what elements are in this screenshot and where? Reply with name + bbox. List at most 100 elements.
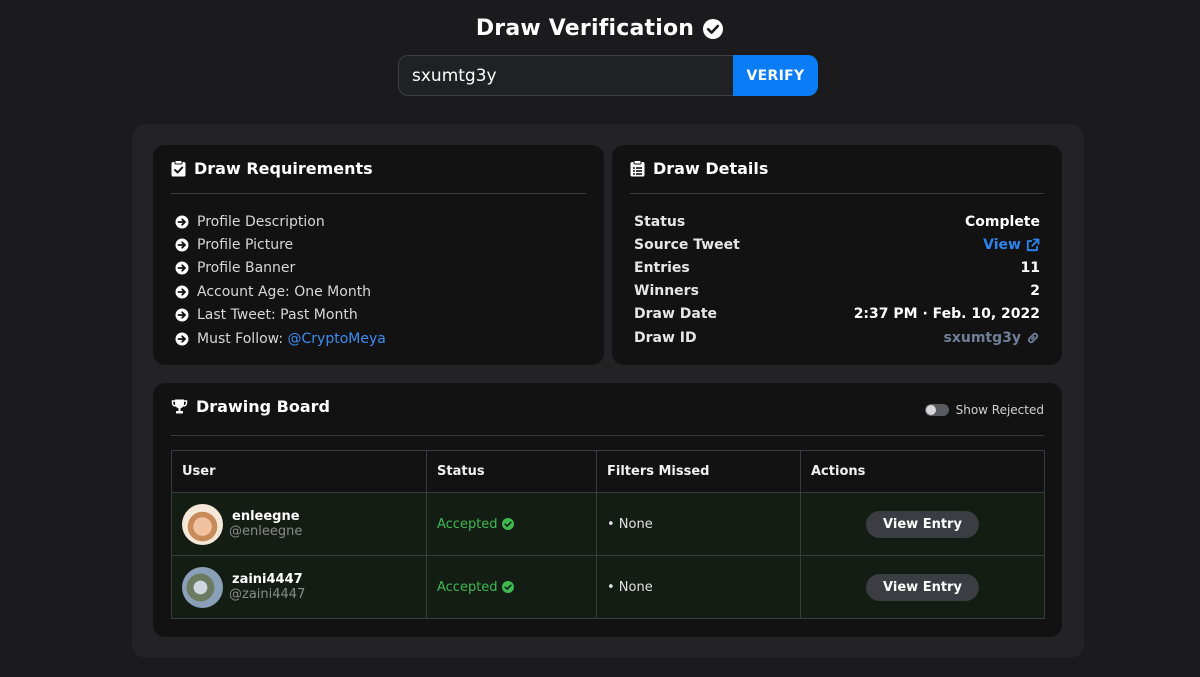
clipboard-list-icon (630, 160, 645, 177)
detail-value: 11 (1020, 259, 1040, 276)
draw-id-link[interactable]: sxumtg3y (944, 330, 1041, 346)
detail-value: 2 (1030, 283, 1040, 300)
detail-label: Winners (634, 283, 699, 300)
board-title: Drawing Board (196, 397, 330, 416)
page-title: Draw Verification (475, 16, 695, 41)
user-handle: @enleegne (229, 524, 303, 539)
detail-label: Entries (634, 259, 690, 276)
toggle-knob (925, 405, 936, 415)
requirement-text: Must Follow: @CryptoMeya (197, 331, 386, 347)
list-item: Profile Banner (175, 257, 386, 280)
user-text: enleegne @enleegne (229, 509, 302, 539)
column-header-status: Status (426, 450, 597, 493)
draw-id-text: sxumtg3y (943, 329, 1022, 346)
link-icon (1027, 332, 1039, 343)
list-item: Must Follow: @CryptoMeya (175, 327, 386, 350)
detail-label: Status (634, 213, 686, 230)
detail-row-draw-id: Draw ID sxumtg3y (634, 326, 1040, 349)
follow-account-link[interactable]: @CryptoMeya (288, 331, 386, 347)
page-header: Draw Verification (0, 16, 1200, 41)
detail-label: Draw ID (634, 329, 697, 346)
arrow-circle-right-icon (175, 332, 189, 346)
user-text: zaini4447 @zaini4447 (229, 572, 305, 602)
table-header-row: User Status Filters Missed Actions (171, 450, 1045, 493)
arrow-circle-right-icon (175, 285, 189, 299)
user-cell: zaini4447 @zaini4447 (171, 555, 427, 619)
status-cell: Accepted (426, 492, 597, 556)
filters-cell: • None (596, 555, 801, 619)
detail-row-source-tweet: Source Tweet View (634, 233, 1040, 256)
requirements-title: Draw Requirements (194, 159, 373, 178)
list-item: Profile Picture (175, 233, 386, 256)
detail-label: Draw Date (634, 306, 718, 323)
board-divider (171, 435, 1044, 436)
show-rejected-toggle[interactable]: Show Rejected (924, 403, 1044, 417)
table-row: zaini4447 @zaini4447 Accepted • None Vie… (171, 555, 1045, 619)
user-name: zaini4447 (232, 572, 303, 587)
verified-check-icon (703, 18, 724, 39)
action-cell: View Entry (800, 555, 1045, 619)
status-cell: Accepted (426, 555, 597, 619)
view-entry-button[interactable]: View Entry (866, 573, 979, 601)
check-circle-icon (501, 518, 514, 530)
column-header-filters: Filters Missed (596, 450, 801, 493)
detail-row-draw-date: Draw Date 2:37 PM · Feb. 10, 2022 (634, 303, 1040, 326)
view-entry-button[interactable]: View Entry (866, 510, 979, 538)
arrow-circle-right-icon (175, 238, 189, 252)
check-circle-icon (501, 581, 514, 593)
clipboard-check-icon (171, 160, 186, 177)
requirement-text: Profile Picture (197, 237, 294, 254)
avatar (182, 503, 223, 545)
status-badge: Accepted (437, 517, 596, 532)
requirement-text: Profile Description (197, 213, 325, 230)
list-item: Account Age: One Month (175, 280, 386, 303)
details-header: Draw Details (630, 159, 1044, 178)
arrow-circle-right-icon (175, 308, 189, 322)
filters-cell: • None (596, 492, 801, 556)
external-link-icon (1026, 238, 1040, 251)
avatar (182, 566, 223, 608)
arrow-circle-right-icon (175, 215, 189, 229)
details-title: Draw Details (653, 159, 769, 178)
requirements-divider (171, 193, 586, 194)
arrow-circle-right-icon (175, 261, 189, 275)
toggle-switch[interactable] (924, 404, 949, 416)
draw-requirements-card: Draw Requirements Profile Description Pr… (153, 145, 604, 365)
requirement-text: Profile Banner (197, 260, 296, 277)
status-text: Accepted (437, 579, 498, 595)
detail-row-status: Status Complete (634, 210, 1040, 233)
must-follow-label: Must Follow: (197, 330, 288, 347)
user-info: zaini4447 @zaini4447 (182, 566, 426, 608)
status-text: Accepted (437, 516, 498, 532)
draw-search-form: VERIFY (398, 55, 818, 96)
detail-value: 2:37 PM · Feb. 10, 2022 (853, 306, 1040, 323)
requirement-text: Account Age: One Month (197, 283, 372, 300)
column-header-actions: Actions (800, 450, 1045, 493)
details-divider (630, 193, 1044, 194)
board-header: Drawing Board (171, 397, 1044, 416)
detail-row-winners: Winners 2 (634, 280, 1040, 303)
source-tweet-link[interactable]: View (983, 237, 1040, 253)
details-list: Status Complete Source Tweet View Entrie… (634, 210, 1040, 349)
draw-id-input[interactable] (398, 55, 733, 96)
user-name: enleegne (232, 509, 300, 524)
toggle-label: Show Rejected (955, 403, 1044, 417)
drawing-board-card: Drawing Board Show Rejected User Status … (153, 383, 1062, 637)
action-cell: View Entry (800, 492, 1045, 556)
detail-value: Complete (965, 213, 1040, 230)
trophy-icon (171, 399, 188, 414)
draw-details-card: Draw Details Status Complete Source Twee… (612, 145, 1062, 365)
verify-button[interactable]: VERIFY (733, 55, 818, 96)
requirement-text: Last Tweet: Past Month (197, 307, 358, 324)
requirements-list: Profile Description Profile Picture Prof… (175, 210, 386, 350)
requirements-header: Draw Requirements (171, 159, 586, 178)
detail-label: Source Tweet (634, 236, 740, 253)
table-row: enleegne @enleegne Accepted • None View … (171, 492, 1045, 556)
list-item: Last Tweet: Past Month (175, 304, 386, 327)
column-header-user: User (171, 450, 427, 493)
detail-row-entries: Entries 11 (634, 256, 1040, 279)
entries-table: User Status Filters Missed Actions enlee… (171, 450, 1045, 619)
status-badge: Accepted (437, 580, 596, 595)
user-cell: enleegne @enleegne (171, 492, 427, 556)
source-tweet-link-text: View (983, 236, 1021, 253)
